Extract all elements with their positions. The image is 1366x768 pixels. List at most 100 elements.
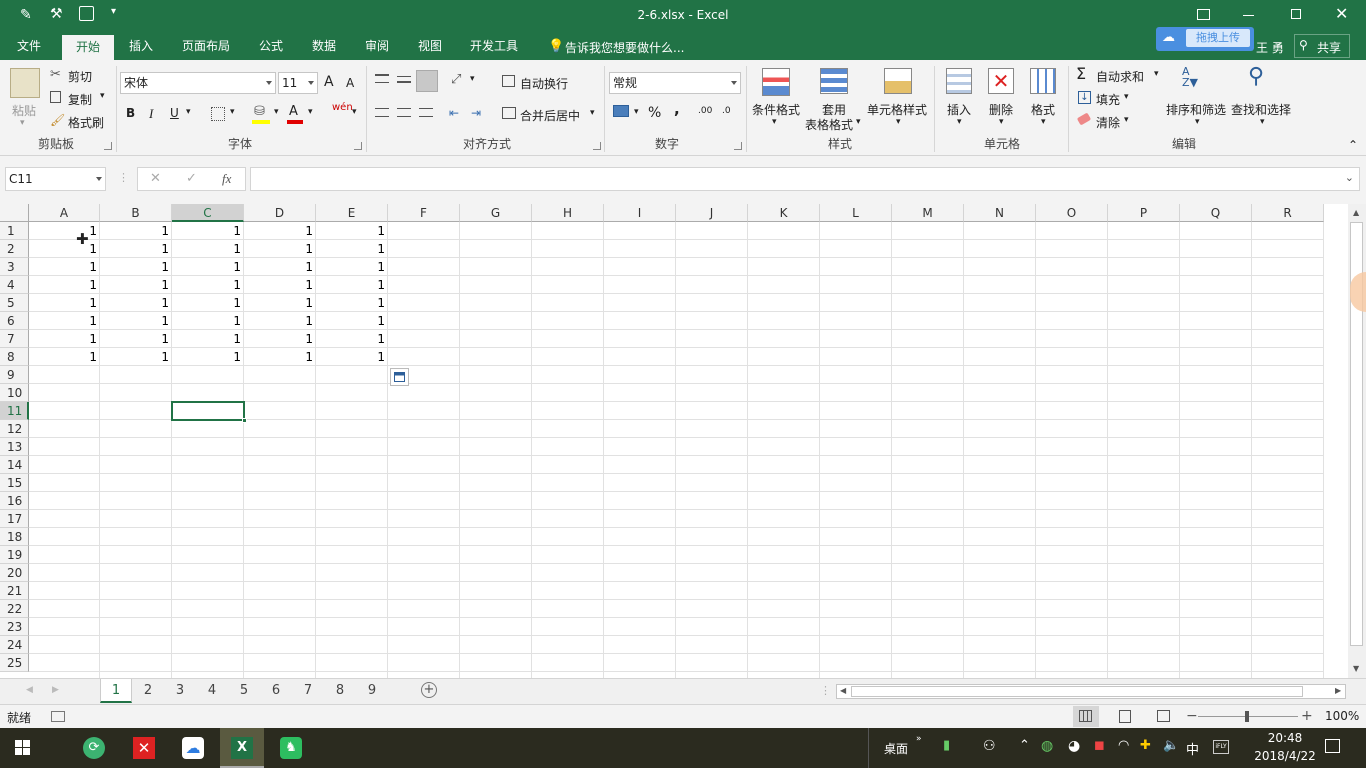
table-cell[interactable]: 1 xyxy=(29,294,100,312)
table-cell[interactable]: 1 xyxy=(316,348,388,366)
collapse-ribbon-icon[interactable]: ⌃ xyxy=(1348,138,1358,152)
bold-button[interactable]: B xyxy=(126,106,135,120)
merge-dropdown-icon[interactable]: ▾ xyxy=(590,108,595,118)
column-header[interactable]: F xyxy=(388,204,460,222)
row-header[interactable]: 4 xyxy=(0,276,29,294)
comma-button[interactable]: , xyxy=(674,100,680,118)
wrap-text-button[interactable]: 自动换行 xyxy=(520,75,568,92)
orientation-dropdown-icon[interactable]: ▾ xyxy=(470,74,475,84)
tell-me-box[interactable]: 告诉我您想要做什么... xyxy=(565,39,684,56)
accounting-dropdown-icon[interactable]: ▾ xyxy=(634,107,639,117)
show-hidden-icons[interactable]: ⌃ xyxy=(1019,738,1030,753)
row-header[interactable]: 15 xyxy=(0,474,29,492)
row-header[interactable]: 1 xyxy=(0,222,29,240)
row-header[interactable]: 13 xyxy=(0,438,29,456)
table-cell[interactable]: 1 xyxy=(29,240,100,258)
taskbar-app-xmind[interactable]: ✕ xyxy=(122,728,166,768)
row-header[interactable]: 21 xyxy=(0,582,29,600)
insert-cells-button[interactable]: 插入 xyxy=(947,101,971,118)
zoom-out-button[interactable]: − xyxy=(1186,708,1198,724)
desktop-toolbar[interactable]: 桌面 xyxy=(884,740,908,757)
fill-color-icon[interactable]: ⛁ xyxy=(254,104,265,119)
sheet-tab[interactable]: 5 xyxy=(228,679,260,703)
row-header[interactable]: 8 xyxy=(0,348,29,366)
start-button[interactable] xyxy=(0,728,44,768)
toolbar-expand-icon[interactable]: » xyxy=(916,734,922,744)
column-header[interactable]: P xyxy=(1108,204,1180,222)
page-break-view-icon[interactable] xyxy=(1157,710,1170,722)
border-dropdown-icon[interactable]: ▾ xyxy=(230,107,235,117)
select-all-corner[interactable] xyxy=(0,204,29,222)
sheet-tab[interactable]: 6 xyxy=(260,679,292,703)
tab-insert[interactable]: 插入 xyxy=(120,32,162,60)
delete-cells-button[interactable]: 删除 xyxy=(989,101,1013,118)
sheet-tab[interactable]: 9 xyxy=(356,679,388,703)
zoom-slider-thumb[interactable] xyxy=(1245,711,1249,722)
find-select-button[interactable]: 查找和选择 xyxy=(1231,101,1291,118)
volume-icon[interactable]: 🔈 xyxy=(1163,738,1179,753)
paste-button[interactable]: 粘贴 xyxy=(12,102,36,119)
align-right-icon[interactable] xyxy=(419,108,433,117)
tab-page-layout[interactable]: 页面布局 xyxy=(174,32,238,60)
autosum-button[interactable]: 自动求和 xyxy=(1096,68,1144,85)
font-color-dropdown-icon[interactable]: ▾ xyxy=(308,107,313,117)
table-cell[interactable]: 1 xyxy=(172,258,244,276)
row-header[interactable]: 23 xyxy=(0,618,29,636)
table-cell[interactable]: 1 xyxy=(172,222,244,240)
phonetic-icon[interactable]: wén xyxy=(332,102,353,113)
minimize-icon[interactable] xyxy=(1243,15,1254,16)
cut-button[interactable]: 剪切 xyxy=(68,68,92,85)
sheet-tab[interactable]: 3 xyxy=(164,679,196,703)
row-header[interactable]: 7 xyxy=(0,330,29,348)
table-cell[interactable]: 1 xyxy=(316,294,388,312)
phonetic-dropdown-icon[interactable]: ▾ xyxy=(352,107,357,117)
app-tray-icon[interactable]: ◼ xyxy=(1094,738,1105,753)
table-cell[interactable]: 1 xyxy=(244,330,316,348)
qat-customize-icon[interactable]: ▾ xyxy=(111,6,116,17)
column-header[interactable]: N xyxy=(964,204,1036,222)
scroll-up-icon[interactable]: ▲ xyxy=(1353,208,1359,217)
sheet-tab[interactable]: 7 xyxy=(292,679,324,703)
restore-icon[interactable] xyxy=(1291,9,1301,19)
number-launcher-icon[interactable] xyxy=(734,142,742,150)
active-cell-border[interactable] xyxy=(171,401,245,421)
table-cell[interactable]: 1 xyxy=(316,312,388,330)
tab-file[interactable]: 文件 xyxy=(8,32,50,60)
column-header[interactable]: Q xyxy=(1180,204,1252,222)
column-header[interactable]: G xyxy=(460,204,532,222)
table-cell[interactable]: 1 xyxy=(29,222,100,240)
table-cell[interactable]: 1 xyxy=(100,276,172,294)
format-table-button[interactable]: 表格格式 xyxy=(805,116,853,133)
row-header[interactable]: 10 xyxy=(0,384,29,402)
format-table-dropdown-icon[interactable]: ▾ xyxy=(856,117,861,127)
align-bottom-icon[interactable] xyxy=(416,70,438,92)
row-header[interactable]: 9 xyxy=(0,366,29,384)
align-center-icon[interactable] xyxy=(397,108,411,117)
fill-handle[interactable] xyxy=(242,418,247,423)
conditional-format-button[interactable]: 条件格式 xyxy=(752,101,800,118)
fill-dropdown-icon[interactable]: ▾ xyxy=(1124,92,1129,102)
underline-button[interactable]: U xyxy=(170,106,179,120)
font-color-icon[interactable]: A xyxy=(289,104,298,119)
notification-center-icon[interactable] xyxy=(1325,739,1340,753)
table-cell[interactable]: 1 xyxy=(29,276,100,294)
scroll-right-icon[interactable]: ▶ xyxy=(1335,686,1341,695)
delete-dropdown-icon[interactable]: ▾ xyxy=(999,117,1004,127)
sort-dropdown-icon[interactable]: ▾ xyxy=(1195,117,1200,127)
table-cell[interactable]: 1 xyxy=(29,330,100,348)
sheet-tab[interactable]: 1 xyxy=(100,679,132,703)
column-header[interactable]: H xyxy=(532,204,604,222)
accounting-icon[interactable] xyxy=(613,105,629,117)
ime-indicator[interactable]: 中 xyxy=(1186,739,1199,758)
table-cell[interactable]: 1 xyxy=(29,348,100,366)
row-header[interactable]: 3 xyxy=(0,258,29,276)
touch-mode-icon[interactable]: ✎ xyxy=(20,7,32,23)
row-header[interactable]: 6 xyxy=(0,312,29,330)
tab-view[interactable]: 视图 xyxy=(409,32,451,60)
sort-filter-button[interactable]: 排序和筛选 xyxy=(1166,101,1226,118)
ifly-ime-icon[interactable]: iFLY xyxy=(1213,740,1229,754)
row-header[interactable]: 11 xyxy=(0,402,29,420)
clear-dropdown-icon[interactable]: ▾ xyxy=(1124,115,1129,125)
align-top-icon[interactable] xyxy=(375,74,389,83)
table-cell[interactable]: 1 xyxy=(316,222,388,240)
